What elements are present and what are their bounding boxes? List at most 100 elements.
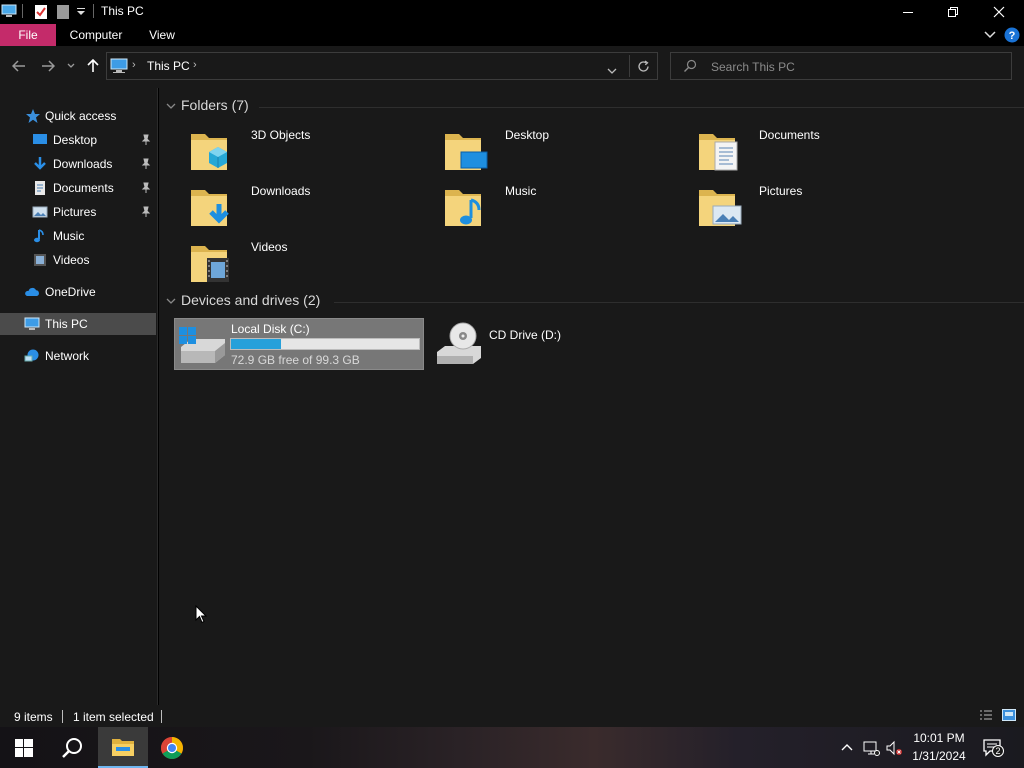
up-arrow-icon [87,59,99,72]
sidebar-item-videos[interactable]: Videos [0,249,156,271]
chrome-taskbar-button[interactable] [148,727,196,768]
details-view-icon[interactable] [979,709,993,724]
tab-computer[interactable]: Computer [61,24,131,46]
file-explorer-taskbar-button[interactable] [98,727,148,768]
drive-label: CD Drive (D:) [489,328,561,342]
qa-divider [22,4,23,18]
network-status-icon[interactable] [862,739,880,757]
search-icon [62,737,82,758]
pictures-icon [32,206,48,218]
sidebar-label-documents: Documents [53,181,114,195]
star-icon [26,109,40,123]
svg-text:?: ? [1009,30,1016,42]
folder-label: Music [505,184,537,198]
folder-documents[interactable]: Documents [687,124,937,176]
back-button[interactable] [9,56,29,76]
folder-pictures[interactable]: Pictures [687,180,937,232]
sidebar-item-onedrive[interactable]: OneDrive [0,281,156,303]
help-icon[interactable]: ? [1004,27,1020,46]
pictures-folder-icon [699,190,742,226]
group-divider [259,107,1024,108]
sidebar-item-this-pc[interactable]: This PC [0,313,156,335]
cloud-icon [25,287,39,296]
address-bar[interactable]: › This PC › [106,52,658,80]
sidebar-item-downloads[interactable]: Downloads [0,153,156,175]
sidebar-item-desktop[interactable]: Desktop [0,129,156,151]
drive-cd-d[interactable]: CD Drive (D:) [433,318,683,370]
start-button[interactable] [0,727,48,768]
window-title: This PC [101,4,144,18]
this-pc-icon[interactable] [1,4,17,21]
sidebar-label-this-pc: This PC [45,317,88,331]
sidebar-item-quick-access[interactable]: Quick access [0,105,156,127]
forward-button[interactable] [38,56,58,76]
breadcrumb-this-pc[interactable]: This PC [147,59,190,73]
close-icon [993,6,1005,18]
folder-label: Videos [251,240,288,254]
close-button[interactable] [976,0,1022,24]
drives-group-header[interactable]: Devices and drives (2) [159,290,1024,314]
folder-label: Documents [759,128,820,142]
up-button[interactable] [83,56,103,76]
forward-arrow-icon [42,60,55,72]
search-input[interactable]: Search This PC [711,60,795,74]
volume-muted-icon[interactable] [885,739,903,757]
pin-icon[interactable] [140,134,152,146]
sidebar-label-music: Music [53,229,85,243]
show-hidden-icons-chevron-icon[interactable] [838,739,856,757]
expand-ribbon-chevron-icon[interactable] [984,29,996,44]
pin-icon[interactable] [140,182,152,194]
drives-group-title: Devices and drives (2) [181,292,321,308]
refresh-icon[interactable] [637,60,650,76]
folder-music[interactable]: Music [433,180,683,232]
drive-local-disk-c[interactable]: Local Disk (C:) 72.9 GB free of 99.3 GB [174,318,424,370]
pin-icon[interactable] [140,206,152,218]
music-folder-icon [445,190,481,226]
new-folder-icon[interactable] [57,4,69,23]
folder-label: Downloads [251,184,311,198]
breadcrumb-chevron-icon[interactable]: › [193,59,197,71]
status-divider [161,710,162,723]
folder-desktop[interactable]: Desktop [433,124,683,176]
sidebar-label-videos: Videos [53,253,90,267]
sidebar-label-desktop: Desktop [53,133,98,147]
pin-icon[interactable] [140,158,152,170]
sidebar-label-network: Network [45,349,90,363]
search-icon [683,59,697,76]
tab-file[interactable]: File [0,24,56,46]
status-divider [62,710,63,723]
hard-disk-icon [179,327,225,363]
clock-time[interactable]: 10:01 PM [906,731,972,745]
download-icon [34,157,46,170]
chevron-down-icon [67,63,75,68]
sidebar-item-documents[interactable]: Documents [0,177,156,199]
sidebar-item-pictures[interactable]: Pictures [0,201,156,223]
tab-view[interactable]: View [141,24,183,46]
sidebar-label-pictures: Pictures [53,205,97,219]
sidebar-label-quick-access: Quick access [45,109,117,123]
properties-icon[interactable] [34,4,48,23]
sidebar-item-network[interactable]: Network [0,345,156,367]
folder-label: Desktop [505,128,550,142]
folder-3d-objects[interactable]: 3D Objects [179,124,429,176]
drive-free-space: 72.9 GB free of 99.3 GB [231,353,360,367]
sidebar-item-music[interactable]: Music [0,225,156,247]
clock-date[interactable]: 1/31/2024 [906,749,972,763]
search-button[interactable] [48,727,96,768]
documents-folder-icon [699,134,738,171]
search-box[interactable]: Search This PC [670,52,1012,80]
customize-qa-dropdown-icon[interactable] [76,6,86,20]
address-history-dropdown-icon[interactable] [607,63,617,77]
action-center-button[interactable]: 2 [982,737,1004,759]
drive-usage-fill [231,339,281,349]
minimize-button[interactable] [885,0,931,24]
folders-group-header[interactable]: Folders (7) [159,95,1024,119]
desktop-folder-icon [445,134,488,170]
folder-videos[interactable]: Videos [179,236,429,288]
restore-button[interactable] [930,0,976,24]
folder-downloads[interactable]: Downloads [179,180,429,232]
large-icons-view-icon[interactable] [1002,709,1016,724]
recent-locations-button[interactable] [63,56,79,76]
back-arrow-icon [12,60,25,72]
taskbar: 10:01 PM 1/31/2024 2 [0,727,1024,768]
